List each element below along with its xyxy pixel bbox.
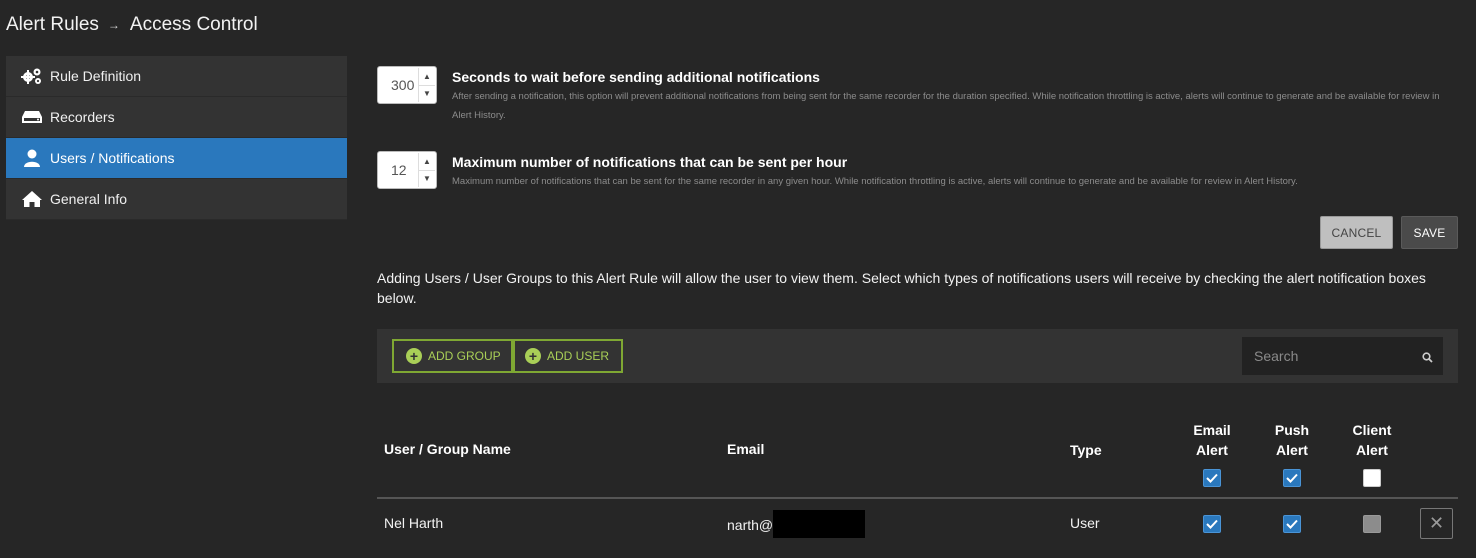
select-all-email-alert-checkbox[interactable] xyxy=(1203,469,1221,487)
col-header-type[interactable]: Type xyxy=(1070,442,1102,458)
toolbar: + ADD GROUP + ADD USER xyxy=(377,329,1458,383)
col-header-email-alert: Email Alert xyxy=(1193,422,1231,458)
sidebar-item-recorders[interactable]: Recorders xyxy=(6,97,347,138)
row-user-type: User xyxy=(1070,515,1100,531)
search-box xyxy=(1242,337,1443,375)
home-icon xyxy=(21,189,43,209)
decrement-icon[interactable]: ▼ xyxy=(419,86,435,103)
row-user-name: Nel Harth xyxy=(384,515,444,531)
max-setting: 12 ▲ ▼ Maximum number of notifications t… xyxy=(377,147,1442,191)
breadcrumb-current: Access Control xyxy=(129,14,258,35)
row-push-alert-checkbox[interactable] xyxy=(1283,515,1301,533)
max-notifications-stepper[interactable]: 12 ▲ ▼ xyxy=(377,151,437,189)
sidebar-item-label: Users / Notifications xyxy=(50,150,175,166)
plus-circle-icon: + xyxy=(406,348,422,364)
sidebar-item-label: General Info xyxy=(50,191,128,207)
check-icon xyxy=(1286,519,1298,529)
gears-icon xyxy=(21,66,43,86)
sidebar-item-label: Recorders xyxy=(50,109,115,125)
decrement-icon[interactable]: ▼ xyxy=(419,171,435,188)
add-group-button[interactable]: + ADD GROUP xyxy=(392,339,515,373)
breadcrumb-arrow-icon: → xyxy=(107,18,120,32)
select-all-client-alert-checkbox[interactable] xyxy=(1363,469,1381,487)
row-email-alert-checkbox[interactable] xyxy=(1203,515,1221,533)
breadcrumb: Alert Rules → Access Control xyxy=(6,14,258,36)
col-header-email[interactable]: Email xyxy=(727,441,764,457)
col-header-push-alert: Push Alert xyxy=(1274,422,1310,458)
row-client-alert-checkbox xyxy=(1363,515,1381,533)
check-icon xyxy=(1206,519,1218,529)
wait-seconds-stepper[interactable]: 300 ▲ ▼ xyxy=(377,66,437,104)
col-header-name[interactable]: User / Group Name xyxy=(384,441,511,457)
cancel-button[interactable]: CANCEL xyxy=(1320,216,1393,249)
max-setting-description: Maximum number of notifications that can… xyxy=(452,176,1298,187)
search-icon[interactable] xyxy=(1422,350,1433,368)
check-icon xyxy=(1286,473,1298,483)
check-icon xyxy=(1206,473,1218,483)
wait-setting-title: Seconds to wait before sending additiona… xyxy=(452,69,820,85)
increment-icon[interactable]: ▲ xyxy=(419,68,435,86)
save-button[interactable]: SAVE xyxy=(1401,216,1458,249)
col-header-client-alert: Client Alert xyxy=(1352,422,1392,458)
sidebar-item-general-info[interactable]: General Info xyxy=(6,179,347,220)
wait-setting-description: After sending a notification, this optio… xyxy=(452,91,1440,121)
info-text: Adding Users / User Groups to this Alert… xyxy=(377,270,1426,306)
sidebar: Rule Definition Recorders Users / Notifi… xyxy=(6,56,347,220)
sidebar-item-rule-definition[interactable]: Rule Definition xyxy=(6,56,347,97)
row-user-email: narth@ xyxy=(727,510,866,538)
wait-seconds-value[interactable]: 300 xyxy=(378,77,418,93)
increment-icon[interactable]: ▲ xyxy=(419,153,435,171)
select-all-push-alert-checkbox[interactable] xyxy=(1283,469,1301,487)
recorder-icon xyxy=(21,107,43,127)
close-icon: ✕ xyxy=(1428,513,1445,533)
sidebar-item-users-notifications[interactable]: Users / Notifications xyxy=(6,138,347,179)
wait-setting: 300 ▲ ▼ Seconds to wait before sending a… xyxy=(377,62,1442,125)
max-setting-title: Maximum number of notifications that can… xyxy=(452,154,848,170)
plus-circle-icon: + xyxy=(525,348,541,364)
redacted-block xyxy=(773,510,866,538)
breadcrumb-root[interactable]: Alert Rules xyxy=(6,14,99,36)
sidebar-item-label: Rule Definition xyxy=(50,68,142,84)
remove-row-button[interactable]: ✕ xyxy=(1420,508,1453,539)
max-notifications-value[interactable]: 12 xyxy=(378,162,418,178)
table-divider xyxy=(377,497,1458,499)
search-input[interactable] xyxy=(1254,348,1414,364)
add-user-button[interactable]: + ADD USER xyxy=(511,339,624,373)
user-icon xyxy=(21,148,43,168)
